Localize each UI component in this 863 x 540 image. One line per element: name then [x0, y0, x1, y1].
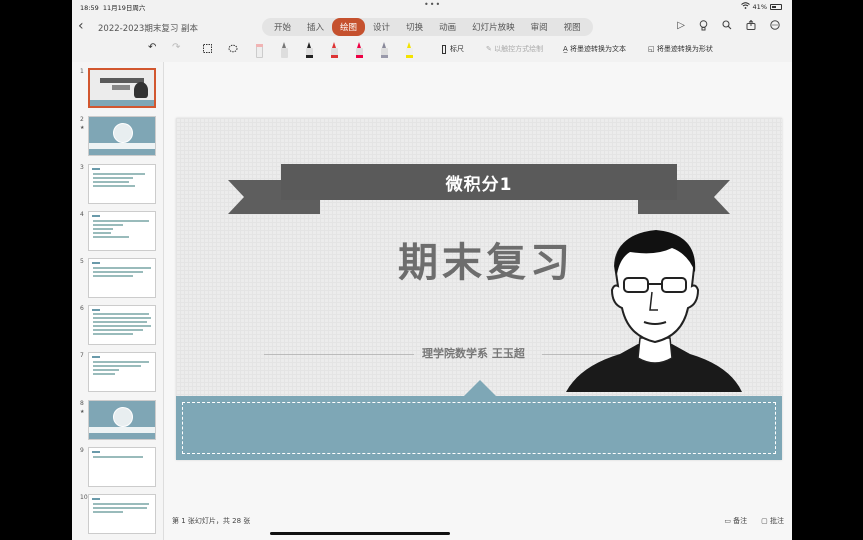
- thumbnail-number: 4: [80, 211, 84, 218]
- status-time: 18:59 11月19日周六: [80, 4, 146, 12]
- undo-icon[interactable]: ↶: [148, 42, 156, 53]
- slide-thumbnail[interactable]: [88, 116, 156, 156]
- band-dashed-border: [182, 402, 776, 454]
- thumbnail-number: 6: [80, 305, 84, 312]
- slide-thumbnail[interactable]: [88, 258, 156, 298]
- ink-to-text-icon: A̲: [563, 45, 571, 53]
- bottom-bar: 第 1 张幻灯片，共 28 张 ▭ 备注 ▢ 批注: [164, 510, 792, 540]
- ribbon-tabs: 开始 插入 绘图 设计 切换 动画 幻灯片放映 审阅 视图: [262, 18, 593, 36]
- tab-review[interactable]: 审阅: [523, 18, 556, 36]
- notes-button[interactable]: ▭ 备注: [724, 516, 747, 526]
- lightbulb-icon[interactable]: [699, 20, 708, 34]
- share-icon[interactable]: [746, 19, 756, 34]
- thumbnail-number: 2: [80, 116, 84, 123]
- slide-canvas[interactable]: 微积分1 期末复习 理学院数学系 王玉超: [164, 62, 792, 510]
- battery-percent: 41%: [752, 2, 767, 11]
- highlighter-yellow-icon[interactable]: [406, 42, 413, 60]
- eraser-icon[interactable]: [256, 42, 263, 60]
- slide-thumbnail-pane[interactable]: 1 2 ★ 3 4 5 6 7 8 ★ 9 10: [72, 62, 164, 540]
- thumbnail-number: 1: [80, 68, 84, 75]
- pen-gray-icon[interactable]: [381, 42, 388, 60]
- document-title: 2022-2023期末复习 副本: [98, 24, 199, 34]
- select-icon[interactable]: [203, 44, 212, 55]
- tab-design[interactable]: 设计: [365, 18, 398, 36]
- notes-icon: ▭: [724, 517, 734, 525]
- ribbon-text: 微积分1: [445, 174, 513, 195]
- current-slide[interactable]: 微积分1 期末复习 理学院数学系 王玉超: [176, 118, 782, 460]
- tab-view[interactable]: 视图: [556, 18, 589, 36]
- slide-thumbnail[interactable]: [88, 494, 156, 534]
- comments-button[interactable]: ▢ 批注: [761, 516, 784, 526]
- status-bar: 18:59 11月19日周六 ••• 41%: [72, 0, 792, 12]
- slide-thumbnail[interactable]: [88, 447, 156, 487]
- thumbnail-number: 10: [80, 494, 88, 501]
- thumbnail-row[interactable]: 5: [72, 258, 164, 302]
- thumbnail-row[interactable]: 4: [72, 211, 164, 255]
- status-right: 41%: [740, 2, 782, 11]
- ink-to-text-button[interactable]: A̲ 将墨迹转换为文本: [563, 44, 626, 54]
- tab-draw[interactable]: 绘图: [332, 18, 366, 36]
- comment-icon: ▢: [761, 517, 770, 525]
- thumbnail-row[interactable]: 6: [72, 305, 164, 349]
- thumbnail-row[interactable]: 9: [72, 447, 164, 491]
- ruler-button[interactable]: 标尺: [442, 44, 464, 54]
- bottom-right-buttons: ▭ 备注 ▢ 批注: [724, 516, 784, 526]
- back-chevron-icon[interactable]: ‹: [78, 18, 84, 34]
- tab-insert[interactable]: 插入: [299, 18, 332, 36]
- pen-red-icon[interactable]: [331, 42, 338, 60]
- slide-thumbnail[interactable]: [88, 352, 156, 392]
- slide-thumbnail[interactable]: [88, 211, 156, 251]
- search-icon[interactable]: [722, 20, 732, 34]
- app-screen: 18:59 11月19日周六 ••• 41% ‹ 2022-2023期末复习 副…: [72, 0, 792, 540]
- more-icon[interactable]: [770, 20, 780, 34]
- star-icon: ★: [80, 409, 85, 415]
- thumbnail-row[interactable]: 1: [72, 68, 164, 112]
- redo-icon[interactable]: ↷: [172, 42, 180, 53]
- slide-count: 第 1 张幻灯片，共 28 张: [172, 517, 251, 525]
- pen-black-icon[interactable]: [306, 42, 313, 60]
- slide-title[interactable]: 期末复习: [398, 230, 574, 288]
- tab-slideshow[interactable]: 幻灯片放映: [464, 18, 523, 36]
- draw-toolbar: ↶ ↷ 标尺 ✎ 以触控方式绘制 A̲ 将墨迹转换为文本 ◱ 将墨迹转换为形状: [72, 40, 792, 62]
- tab-animations[interactable]: 动画: [431, 18, 464, 36]
- thumbnail-row[interactable]: 8 ★: [72, 400, 164, 444]
- tab-transitions[interactable]: 切换: [398, 18, 431, 36]
- pen-red-2-icon[interactable]: [356, 42, 363, 60]
- slide-thumbnail[interactable]: [88, 164, 156, 204]
- slide-thumbnail[interactable]: [88, 305, 156, 345]
- home-indicator[interactable]: [270, 532, 450, 535]
- wifi-icon: [740, 2, 750, 11]
- pencil-icon[interactable]: [281, 42, 288, 60]
- thumbnail-row[interactable]: 3: [72, 164, 164, 208]
- thumbnail-number: 9: [80, 447, 84, 454]
- portrait-illustration: [566, 230, 742, 392]
- tab-home[interactable]: 开始: [266, 18, 299, 36]
- title-ribbon: 微积分1: [281, 164, 677, 200]
- slide-thumbnail[interactable]: [88, 400, 156, 440]
- author-text[interactable]: 理学院数学系 王玉超: [422, 345, 525, 361]
- multitask-dots[interactable]: •••: [424, 0, 441, 9]
- touch-draw-icon: ✎: [486, 45, 495, 53]
- thumbnail-row[interactable]: 10: [72, 494, 164, 538]
- ink-to-shape-button[interactable]: ◱ 将墨迹转换为形状: [648, 44, 713, 54]
- nav-icons: ▷: [677, 19, 780, 34]
- bottom-band: [176, 396, 782, 460]
- thumbnail-number: 7: [80, 352, 84, 359]
- battery-icon: [770, 3, 782, 10]
- lasso-icon[interactable]: [228, 44, 238, 56]
- play-icon[interactable]: ▷: [677, 20, 685, 34]
- ruler-icon: [442, 44, 446, 54]
- thumbnail-number: 8: [80, 400, 84, 407]
- thumbnail-row[interactable]: 7: [72, 352, 164, 396]
- thumbnail-row[interactable]: 2 ★: [72, 116, 164, 160]
- divider-left: [264, 354, 414, 355]
- touch-draw-button[interactable]: ✎ 以触控方式绘制: [486, 44, 543, 54]
- star-icon: ★: [80, 125, 85, 131]
- slide-thumbnail[interactable]: [88, 68, 156, 108]
- thumbnail-number: 3: [80, 164, 84, 171]
- ink-to-shape-icon: ◱: [648, 45, 657, 53]
- top-nav: ‹ 2022-2023期末复习 副本 开始 插入 绘图 设计 切换 动画 幻灯片…: [72, 14, 792, 40]
- thumbnail-number: 5: [80, 258, 84, 265]
